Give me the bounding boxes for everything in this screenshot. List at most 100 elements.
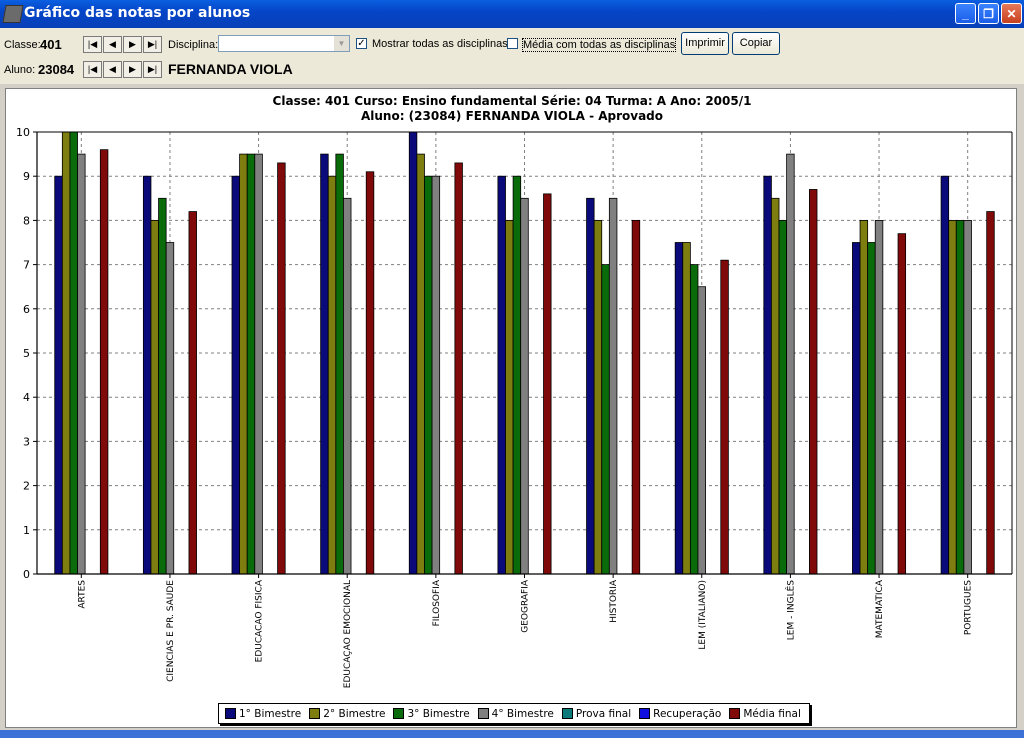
media-label: Média com todas as disciplinas xyxy=(522,38,677,52)
legend-item: 2° Bimestre xyxy=(309,708,385,720)
bar xyxy=(497,175,506,575)
bar xyxy=(859,219,869,575)
legend-swatch xyxy=(393,708,405,719)
bar xyxy=(424,175,433,575)
bar xyxy=(778,219,788,575)
aluno-value: 23084 xyxy=(38,62,75,77)
toolbar: Classe: 401 |◀ ◀ ▶ ▶| Disciplina: ▼ ✓ Mo… xyxy=(0,28,1024,84)
x-tick-label: MATEMATICA xyxy=(875,579,885,638)
imprimir-button[interactable]: Imprimir xyxy=(681,32,729,55)
legend-swatch xyxy=(729,708,741,719)
x-tick-label: FILOSOFIA xyxy=(432,579,442,626)
bar xyxy=(454,162,463,575)
bar xyxy=(674,242,684,575)
bar xyxy=(771,197,780,575)
legend-swatch xyxy=(309,708,321,719)
legend-item: Recuperação xyxy=(639,708,721,720)
bar xyxy=(416,153,425,575)
bar xyxy=(408,131,418,575)
bar xyxy=(601,264,610,575)
legend-swatch xyxy=(477,708,489,719)
bar xyxy=(897,233,907,575)
bar xyxy=(327,175,337,575)
bar xyxy=(955,219,965,575)
bar xyxy=(150,219,159,575)
bar xyxy=(277,162,286,575)
legend-item: Prova final xyxy=(561,707,632,720)
bar xyxy=(689,264,699,575)
media-checkbox[interactable] xyxy=(507,38,518,49)
classe-prev-button[interactable]: ◀ xyxy=(103,36,122,53)
legend-swatch xyxy=(639,708,651,719)
x-tick-label: LEM (ITALIANO) xyxy=(698,580,708,650)
bar xyxy=(720,259,729,575)
y-tick-label: 2 xyxy=(23,480,30,493)
aluno-name: FERNANDA VIOLA xyxy=(168,61,293,77)
close-button[interactable]: ✕ xyxy=(1001,3,1022,24)
bar xyxy=(431,175,441,575)
chevron-down-icon[interactable]: ▼ xyxy=(334,36,349,51)
bar xyxy=(158,197,167,575)
bar xyxy=(61,131,71,575)
legend-label: 2° Bimestre xyxy=(323,707,386,720)
app-icon xyxy=(2,5,24,23)
x-tick-label: PORTUGUES xyxy=(964,580,974,635)
bar xyxy=(963,219,972,575)
x-tick-label: EDUCAÇAO EMOCIONAL xyxy=(343,580,353,688)
restore-button[interactable]: ❐ xyxy=(978,3,999,24)
bar xyxy=(54,175,63,575)
mostrar-label: Mostrar todas as disciplinas xyxy=(372,38,508,50)
legend-swatch xyxy=(561,708,573,719)
bar xyxy=(69,131,78,575)
aluno-last-button[interactable]: ▶| xyxy=(143,61,162,78)
aluno-next-button[interactable]: ▶ xyxy=(123,61,142,78)
bar xyxy=(631,219,641,575)
x-tick-label: HISTORIA xyxy=(609,579,619,623)
y-tick-label: 7 xyxy=(23,259,30,272)
x-tick-label: LEM - INGLÊS xyxy=(784,580,796,640)
bar xyxy=(320,153,329,575)
y-tick-label: 6 xyxy=(23,303,30,316)
bar-chart: 0 1 2 3 4 5 6 7 8 9 10 ARTES CIENCIAS E PR. SAUDE EDU… xyxy=(16,126,1013,688)
bar xyxy=(239,153,248,575)
classe-first-button[interactable]: |◀ xyxy=(83,36,102,53)
bar xyxy=(543,193,552,575)
copiar-button[interactable]: Copiar xyxy=(732,32,780,55)
classe-next-button[interactable]: ▶ xyxy=(123,36,142,53)
classe-value: 401 xyxy=(40,37,62,52)
chart-legend: 1° Bimestre 2° Bimestre 3° Bimestre 4° Bime… xyxy=(218,703,810,724)
bar xyxy=(142,175,152,575)
x-tick-label: ARTES xyxy=(77,580,87,609)
title-bar: Gráfico das notas por alunos _ ❐ ✕ xyxy=(0,0,1024,28)
disciplina-select[interactable]: ▼ xyxy=(218,35,350,52)
aluno-first-button[interactable]: |◀ xyxy=(83,61,102,78)
status-bar xyxy=(0,730,1024,738)
y-tick-label: 5 xyxy=(23,347,30,360)
x-tick-label: EDUCACAO FISICA xyxy=(255,579,265,662)
bar xyxy=(874,219,884,575)
bar xyxy=(682,242,691,575)
minimize-button[interactable]: _ xyxy=(955,3,976,24)
y-tick-label: 8 xyxy=(23,214,30,227)
disciplina-label: Disciplina: xyxy=(168,39,219,51)
y-tick-label: 9 xyxy=(23,170,30,183)
y-tick-label: 10 xyxy=(16,126,30,139)
mostrar-checkbox[interactable]: ✓ xyxy=(356,38,367,49)
bar xyxy=(586,197,595,575)
bar xyxy=(786,153,795,575)
y-tick-label: 4 xyxy=(23,391,30,404)
legend-item: 1° Bimestre xyxy=(225,708,301,720)
window-title: Gráfico das notas por alunos xyxy=(24,5,251,21)
bar xyxy=(231,175,240,575)
classe-nav: |◀ ◀ ▶ ▶| xyxy=(83,36,163,53)
legend-label: Prova final xyxy=(575,707,632,720)
bar xyxy=(246,153,256,575)
bar xyxy=(343,197,352,575)
classe-label: Classe: xyxy=(4,39,41,51)
bar xyxy=(809,189,818,575)
classe-last-button[interactable]: ▶| xyxy=(143,36,162,53)
aluno-prev-button[interactable]: ◀ xyxy=(103,61,122,78)
legend-item: 3° Bimestre xyxy=(393,708,470,720)
legend-label: Média final xyxy=(743,707,801,720)
legend-label: 1° Bimestre xyxy=(239,707,302,720)
